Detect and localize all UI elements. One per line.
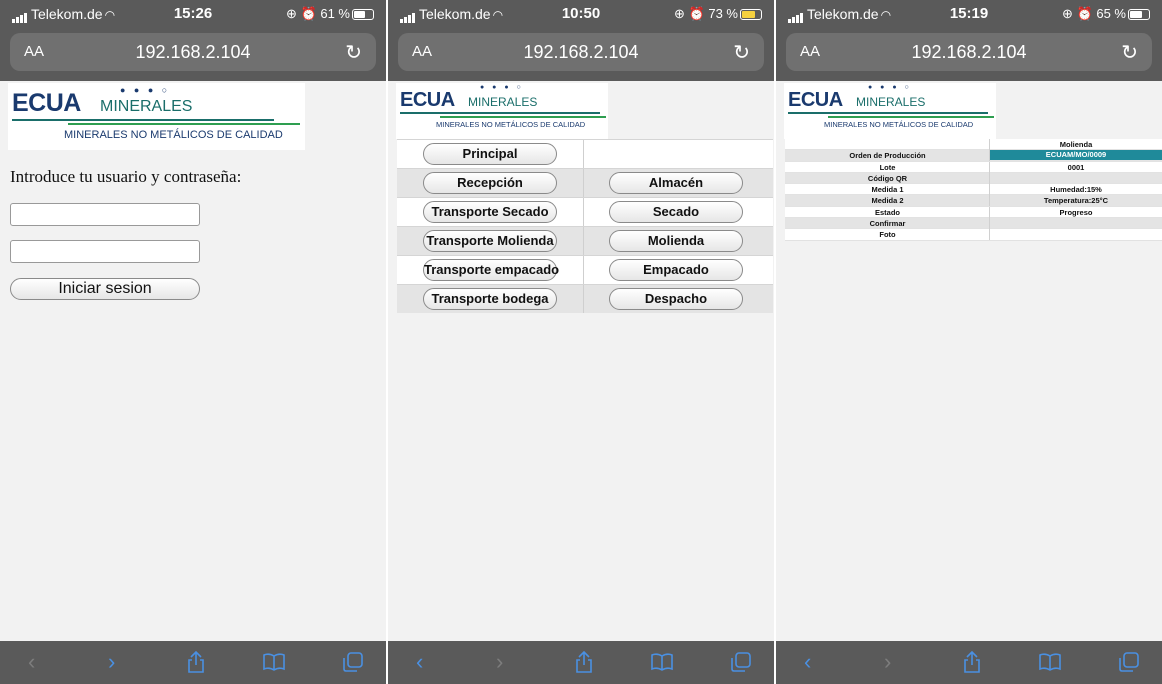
battery-percent: 61 % [320, 6, 350, 21]
chevron-right-icon[interactable]: › [496, 649, 503, 675]
browser-toolbar: ‹ › [388, 641, 774, 684]
chevron-right-icon[interactable]: › [884, 649, 891, 675]
battery-icon [1128, 9, 1150, 21]
table-row: Estado Progreso [785, 206, 1162, 219]
reload-icon[interactable]: ↻ [345, 40, 362, 65]
table-row: Medida 1 Humedad:15% [785, 184, 1162, 196]
book-icon[interactable] [262, 653, 286, 671]
almacen-button[interactable]: Almacén [609, 172, 743, 194]
menu-table: Principal Recepción Almacén Transporte S… [397, 139, 773, 313]
phone-screen-detail: Telekom.de ◠ 15:19 ⊕ ⏰ 65 % AA 192.168.2.… [776, 0, 1162, 684]
company-logo: ● ● ● ○ ECUA MINERALES MINERALES NO METÁ… [784, 83, 996, 139]
battery-percent: 73 % [708, 6, 738, 21]
despacho-button[interactable]: Despacho [609, 288, 743, 310]
table-row: Lote 0001 [785, 161, 1162, 173]
empacado-button[interactable]: Empacado [609, 259, 743, 281]
tabs-icon[interactable] [343, 652, 363, 672]
menu-row: Transporte bodega Despacho [397, 284, 773, 313]
table-row: Medida 2 Temperatura:25°C [785, 195, 1162, 207]
chevron-left-icon[interactable]: ‹ [28, 649, 35, 675]
table-header-row: Molienda [785, 139, 1162, 151]
browser-address-area: AA 192.168.2.104 ↻ [388, 29, 774, 81]
menu-row: Recepción Almacén [397, 168, 773, 197]
status-right: ⊕ ⏰ 65 % [1062, 6, 1150, 22]
status-bar: Telekom.de ◠ 15:26 ⊕ ⏰ 61 % [0, 0, 386, 29]
browser-address-area: AA 192.168.2.104 ↻ [776, 29, 1162, 81]
status-right: ⊕ ⏰ 61 % [286, 6, 374, 22]
page-content: ● ● ● ○ ECUA MINERALES MINERALES NO METÁ… [388, 81, 774, 641]
battery-charging-icon [740, 9, 762, 21]
status-right: ⊕ ⏰ 73 % [674, 6, 762, 22]
alarm-icon: ⏰ [688, 6, 705, 21]
address-bar[interactable]: AA 192.168.2.104 ↻ [398, 33, 764, 71]
production-order-value[interactable]: ECUAM/MO/0009 [990, 150, 1162, 161]
login-title: Introduce tu usuario y contraseña: [10, 167, 242, 186]
principal-button[interactable]: Principal [423, 143, 557, 165]
password-input[interactable] [10, 240, 200, 263]
chevron-right-icon[interactable]: › [108, 649, 115, 675]
address-bar[interactable]: AA 192.168.2.104 ↻ [10, 33, 376, 71]
alarm-icon: ⏰ [1076, 6, 1093, 21]
phone-screen-login: Telekom.de ◠ 15:26 ⊕ ⏰ 61 % AA 192.168.2.… [0, 0, 386, 684]
menu-row: Transporte Secado Secado [397, 197, 773, 226]
chevron-left-icon[interactable]: ‹ [804, 649, 811, 675]
status-bar: Telekom.de ◠ 15:19 ⊕ ⏰ 65 % [776, 0, 1162, 29]
browser-address-area: AA 192.168.2.104 ↻ [0, 29, 386, 81]
rotation-lock-icon: ⊕ [1062, 6, 1073, 21]
page-content: ● ● ● ○ ECUA MINERALES MINERALES NO METÁ… [776, 81, 1162, 641]
alarm-icon: ⏰ [300, 6, 317, 21]
url-text: 192.168.2.104 [523, 42, 639, 62]
table-header: Molienda [1059, 140, 1093, 149]
login-button[interactable]: Iniciar sesion [10, 278, 200, 300]
book-icon[interactable] [1038, 653, 1062, 671]
table-row: Código QR [785, 172, 1162, 185]
battery-icon [352, 9, 374, 21]
menu-row: Principal [397, 139, 773, 168]
rotation-lock-icon: ⊕ [674, 6, 685, 21]
secado-button[interactable]: Secado [609, 201, 743, 223]
tabs-icon[interactable] [1119, 652, 1139, 672]
browser-toolbar: ‹ › [776, 641, 1162, 684]
share-icon[interactable] [963, 651, 981, 673]
page-content: ● ● ● ○ ECUA MINERALES MINERALES NO METÁ… [0, 81, 386, 641]
url-text: 192.168.2.104 [135, 42, 251, 62]
address-bar[interactable]: AA 192.168.2.104 ↻ [786, 33, 1152, 71]
table-row: Orden de Producción ECUAM/MO/0009 [785, 150, 1162, 162]
status-bar: Telekom.de ◠ 10:50 ⊕ ⏰ 73 % [388, 0, 774, 29]
share-icon[interactable] [187, 651, 205, 673]
production-detail-table: Molienda Orden de Producción ECUAM/MO/00… [785, 139, 1162, 241]
table-row: Confirmar [785, 218, 1162, 230]
reload-icon[interactable]: ↻ [733, 40, 750, 65]
battery-percent: 65 % [1096, 6, 1126, 21]
company-logo: ● ● ● ○ ECUA MINERALES MINERALES NO METÁ… [396, 83, 608, 139]
menu-row: Transporte empacado Empacado [397, 255, 773, 284]
reload-icon[interactable]: ↻ [1121, 40, 1138, 65]
transporte-secado-button[interactable]: Transporte Secado [423, 201, 557, 223]
book-icon[interactable] [650, 653, 674, 671]
rotation-lock-icon: ⊕ [286, 6, 297, 21]
phone-screen-menu: Telekom.de ◠ 10:50 ⊕ ⏰ 73 % AA 192.168.2.… [388, 0, 774, 684]
transporte-bodega-button[interactable]: Transporte bodega [423, 288, 557, 310]
username-input[interactable] [10, 203, 200, 226]
tabs-icon[interactable] [731, 652, 751, 672]
recepcion-button[interactable]: Recepción [423, 172, 557, 194]
chevron-left-icon[interactable]: ‹ [416, 649, 423, 675]
transporte-molienda-button[interactable]: Transporte Molienda [423, 230, 557, 252]
company-logo: ● ● ● ○ ECUA MINERALES MINERALES NO METÁ… [8, 83, 305, 150]
share-icon[interactable] [575, 651, 593, 673]
molienda-button[interactable]: Molienda [609, 230, 743, 252]
menu-row: Transporte Molienda Molienda [397, 226, 773, 255]
transporte-empacado-button[interactable]: Transporte empacado [423, 259, 559, 281]
browser-toolbar: ‹ › [0, 641, 386, 684]
url-text: 192.168.2.104 [911, 42, 1027, 62]
table-row: Foto [785, 229, 1162, 241]
